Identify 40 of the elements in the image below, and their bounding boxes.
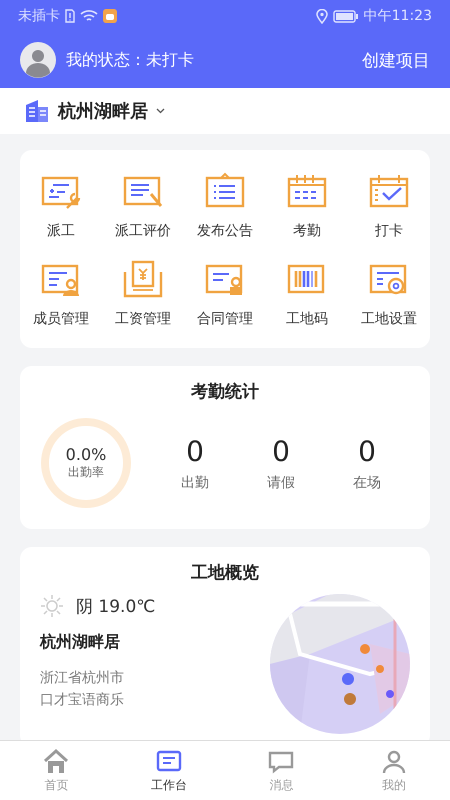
shortcut-button[interactable]: 成员管理 (20, 260, 102, 328)
status-text: 我的状态：未打卡 (66, 50, 195, 70)
sim-icon (65, 9, 75, 23)
create-project-button[interactable]: 创建项目 (362, 48, 430, 72)
weather-text: 阴 19.0℃ (76, 596, 156, 618)
avatar[interactable] (20, 42, 56, 78)
building-icon (24, 99, 50, 123)
battery-icon (332, 10, 359, 22)
shortcut-button[interactable]: 发布公告 (184, 172, 266, 240)
shortcut-button[interactable]: 派工评价 (102, 172, 184, 240)
shortcut-button[interactable]: 考勤 (266, 172, 348, 240)
stat-label: 出勤 (181, 474, 209, 492)
shortcut-button[interactable]: 工地码 (266, 260, 348, 328)
sun-icon (40, 594, 64, 618)
carrier-text: 未插卡 (18, 7, 60, 25)
shortcut-button[interactable]: 打卡 (348, 172, 430, 240)
shortcut-button[interactable]: 工资管理 (102, 260, 184, 328)
tab[interactable]: 工作台 (112, 741, 225, 800)
clock-text: 中午11:23 (364, 7, 432, 25)
chevron-down-icon[interactable] (156, 108, 165, 114)
stat-label: 请假 (267, 474, 295, 492)
wifi-icon (80, 9, 98, 23)
home-icon (42, 748, 70, 774)
stat-label: 在场 (353, 474, 381, 492)
site-name: 杭州湖畔居 (40, 632, 121, 653)
site-selector[interactable]: 杭州湖畔居 (58, 99, 148, 123)
stat-value: 0 (186, 434, 204, 468)
card-title: 工地概览 (190, 562, 260, 584)
app-notification-icon (103, 9, 117, 23)
shortcut-button[interactable]: 派工 (20, 172, 102, 240)
stat-value: 0 (272, 434, 290, 468)
shortcut-button[interactable]: 工地设置 (348, 260, 430, 328)
rate-value: 0.0% (66, 445, 106, 464)
address-text: 浙江省杭州市 (40, 669, 125, 688)
address-text: 口才宝语商乐 (40, 691, 125, 710)
card-title: 考勤统计 (190, 381, 260, 403)
rate-label: 出勤率 (68, 464, 104, 481)
stat-value: 0 (358, 434, 376, 468)
shortcut-button[interactable]: 合同管理 (184, 260, 266, 328)
location-icon (316, 8, 328, 24)
